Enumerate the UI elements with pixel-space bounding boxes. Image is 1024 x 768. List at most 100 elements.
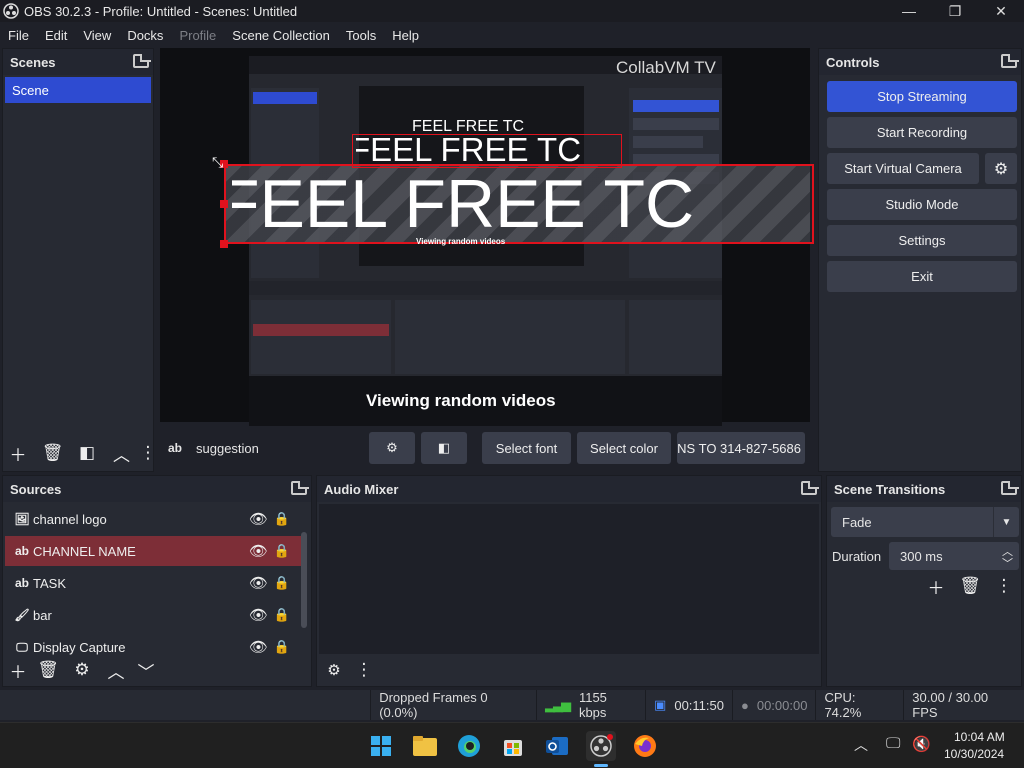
undock-icon[interactable] [291, 481, 309, 495]
transition-select[interactable]: Fade ▼ [831, 507, 1019, 537]
source-item-channel-name[interactable]: ab CHANNEL NAME 👁 🔒 [5, 536, 301, 566]
move-up-button[interactable]: ︿ [109, 441, 135, 465]
scenes-dock: Scenes Scene ＋ 🗑 ◧ ︿ ⋮ [2, 48, 157, 472]
lock-icon[interactable]: 🔒 [274, 639, 290, 655]
source-label: CHANNEL NAME [33, 543, 136, 559]
move-up-button[interactable]: ︿ [103, 658, 129, 682]
file-explorer-icon[interactable] [410, 731, 440, 761]
record-time-status: ● 00:00:00 [731, 690, 815, 720]
network-icon[interactable]: 🖵 [886, 735, 900, 752]
close-button[interactable]: ✕ [978, 0, 1024, 22]
more-options-icon[interactable]: ⋮ [991, 574, 1017, 598]
menu-view[interactable]: View [75, 28, 119, 43]
scene-item[interactable]: Scene [5, 77, 151, 103]
taskbar-date[interactable]: 10/30/2024 [944, 747, 1004, 761]
obs-studio-icon[interactable] [586, 731, 616, 761]
menu-tools[interactable]: Tools [338, 28, 384, 43]
bitrate-value: 1155 kbps [578, 690, 607, 720]
firefox-icon[interactable] [630, 731, 660, 761]
dropped-frames-status: Dropped Frames 0 (0.0%) [370, 690, 536, 720]
sources-scrollbar[interactable] [301, 532, 307, 628]
select-color-button[interactable]: Select color [577, 432, 671, 464]
scene-transitions-title: Scene Transitions [834, 481, 946, 497]
windows-start-icon[interactable] [366, 731, 396, 761]
undock-icon[interactable] [133, 54, 151, 68]
start-virtual-camera-button[interactable]: Start Virtual Camera [827, 153, 979, 184]
eye-icon[interactable]: 👁 [249, 510, 268, 528]
eye-icon[interactable]: 👁 [249, 638, 268, 656]
studio-mode-button[interactable]: Studio Mode [827, 189, 1017, 220]
remove-scene-button[interactable]: 🗑 [40, 441, 66, 465]
source-item-task[interactable]: ab TASK 👁 🔒 [5, 568, 301, 598]
preview-canvas[interactable]: ⤡ FEEL FREE TC FEEL FREE TC FEEL FREE TC… [160, 48, 814, 426]
edge-browser-icon[interactable] [454, 731, 484, 761]
lock-icon[interactable]: 🔒 [274, 607, 290, 623]
eye-icon[interactable]: 👁 [249, 606, 268, 624]
scene-list: Scene [5, 77, 151, 103]
resize-handle[interactable] [220, 200, 228, 208]
maximize-button[interactable]: ❐ [932, 0, 978, 22]
add-source-button[interactable]: ＋ [5, 658, 31, 682]
menu-file[interactable]: File [0, 28, 37, 43]
settings-button[interactable]: Settings [827, 225, 1017, 256]
show-hidden-icons-chevron-icon[interactable]: ︿ [854, 735, 868, 755]
title-bar: OBS 30.2.3 - Profile: Untitled - Scenes:… [0, 0, 1024, 22]
audio-mixer-dock-title: Audio Mixer [317, 476, 821, 502]
source-label: channel logo [33, 511, 107, 527]
more-options-icon[interactable]: ⋮ [140, 441, 157, 465]
remove-transition-button[interactable]: 🗑 [957, 574, 983, 598]
add-transition-button[interactable]: ＋ [923, 574, 949, 598]
menu-scene-collection[interactable]: Scene Collection [224, 28, 338, 43]
eye-icon[interactable]: 👁 [249, 542, 268, 560]
lock-icon[interactable]: 🔒 [274, 511, 290, 527]
scenes-dock-title: Scenes [3, 49, 153, 75]
advanced-audio-gear-icon[interactable]: ⚙ [321, 658, 347, 682]
virtual-camera-settings-button[interactable]: ⚙ [985, 153, 1017, 184]
text-value-field[interactable]: NS TO 314-827-5686 [677, 432, 805, 464]
text-icon: ab [14, 544, 29, 558]
source-properties-button[interactable]: ⚙ [369, 432, 415, 464]
undock-icon[interactable] [1001, 481, 1019, 495]
spin-down-icon[interactable]: ﹀ [1002, 555, 1013, 571]
source-item-channel-logo[interactable]: 🖼 channel logo 👁 🔒 [5, 504, 301, 534]
filter-icon: ◧ [437, 440, 451, 455]
select-font-button[interactable]: Select font [482, 432, 571, 464]
source-filters-button[interactable]: ◧ [421, 432, 467, 464]
menu-edit[interactable]: Edit [37, 28, 75, 43]
signal-bars-icon: ▂▃▅ [544, 697, 571, 712]
undock-icon[interactable] [1001, 54, 1019, 68]
outlook-icon[interactable] [542, 731, 572, 761]
lock-icon[interactable]: 🔒 [274, 543, 290, 559]
sources-toolbar: ＋ 🗑 ⚙ ︿ ﹀ [5, 658, 159, 682]
menu-docks[interactable]: Docks [119, 28, 171, 43]
add-scene-button[interactable]: ＋ [5, 441, 31, 465]
exit-button[interactable]: Exit [827, 261, 1017, 292]
image-icon: 🖼 [14, 512, 30, 526]
duration-label: Duration [832, 549, 882, 564]
stop-streaming-button[interactable]: Stop Streaming [827, 81, 1017, 112]
more-options-icon[interactable]: ⋮ [351, 658, 377, 682]
source-toolbar: ab suggestion ⚙ ◧ Select font Select col… [160, 430, 810, 466]
remove-source-button[interactable]: 🗑 [35, 658, 61, 682]
source-properties-gear-icon[interactable]: ⚙ [69, 658, 95, 682]
menu-help[interactable]: Help [384, 28, 427, 43]
volume-muted-icon[interactable]: 🔇 [912, 735, 931, 753]
minimize-button[interactable]: — [886, 0, 932, 22]
status-bar: Dropped Frames 0 (0.0%) ▂▃▅ 1155 kbps ▣ … [0, 690, 1024, 720]
chevron-down-icon: ▼ [993, 507, 1019, 537]
resize-cursor-icon: ⤡ [212, 154, 224, 170]
lock-icon[interactable]: 🔒 [274, 575, 290, 591]
menu-profile[interactable]: Profile [171, 28, 224, 43]
microsoft-store-icon[interactable] [498, 731, 528, 761]
eye-icon[interactable]: 👁 [249, 574, 268, 592]
duration-spinbox[interactable]: 300 ms ︿ ﹀ [889, 542, 1019, 570]
taskbar-time[interactable]: 10:04 AM [954, 730, 1005, 744]
resize-handle[interactable] [220, 240, 228, 248]
scene-filters-button[interactable]: ◧ [74, 441, 100, 465]
windows-taskbar: ︿ 🖵 🔇 10:04 AM 10/30/2024 [0, 722, 1024, 768]
text-source-icon: ab [168, 441, 183, 455]
start-recording-button[interactable]: Start Recording [827, 117, 1017, 148]
source-item-bar[interactable]: 🖌 bar 👁 🔒 [5, 600, 301, 630]
undock-icon[interactable] [801, 481, 819, 495]
move-down-button[interactable]: ﹀ [133, 658, 159, 682]
